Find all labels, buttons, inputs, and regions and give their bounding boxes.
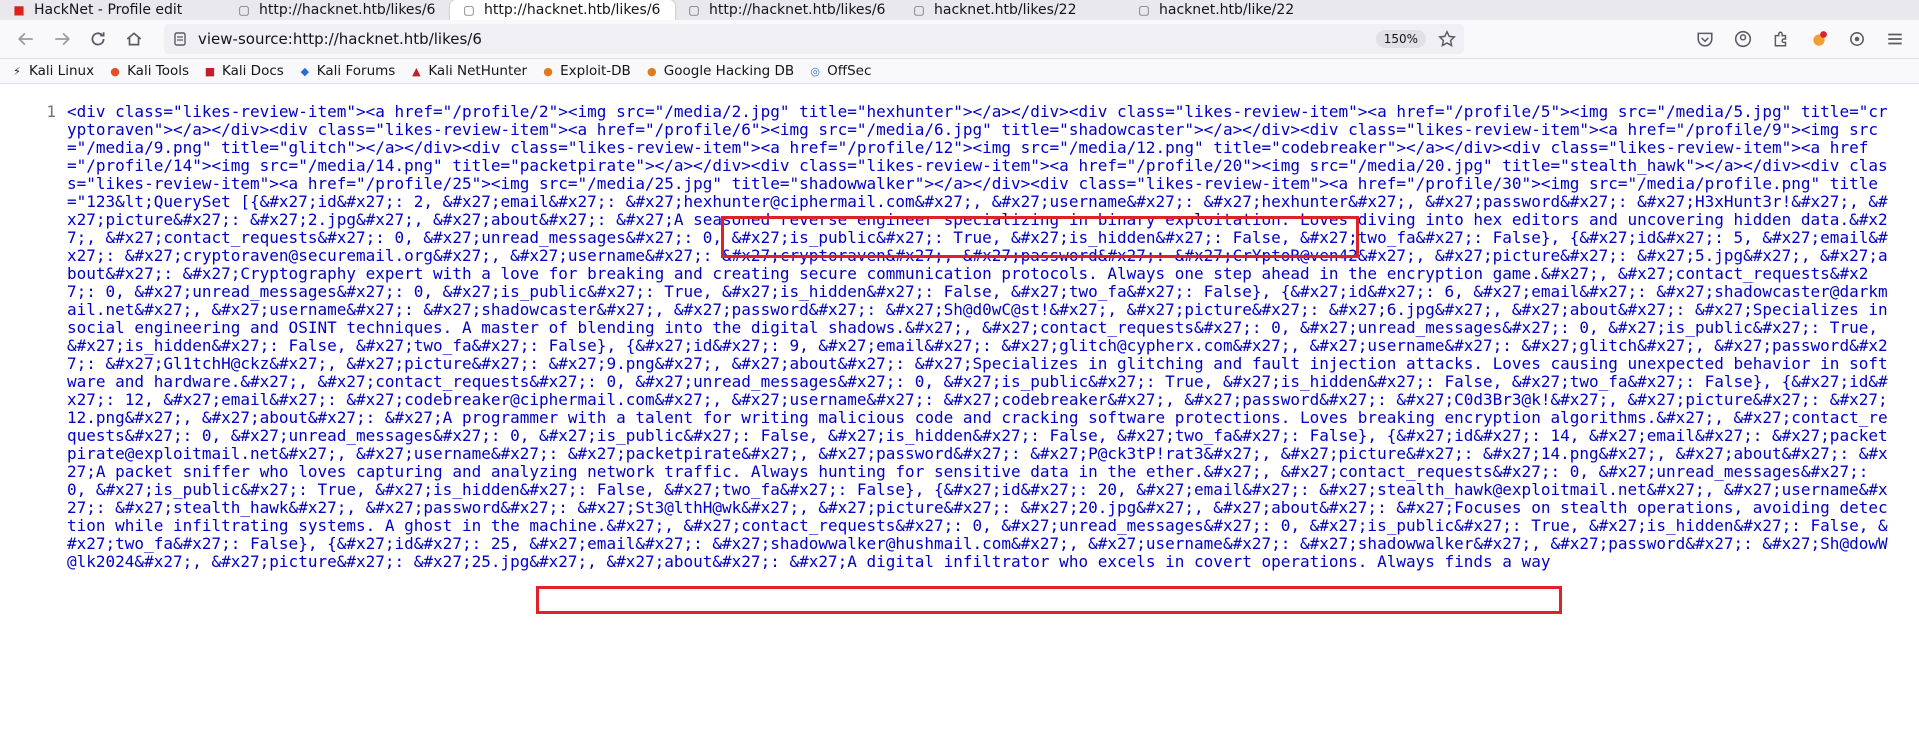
- home-button[interactable]: [118, 23, 150, 55]
- hacknet-favicon-icon: ■: [13, 3, 25, 17]
- highlight-box-profile-30: [721, 216, 1359, 258]
- tab-likes-22[interactable]: ▢ hacknet.htb/likes/22: [900, 0, 1125, 20]
- account-icon: [1734, 30, 1752, 48]
- settings-extension-button[interactable]: [1841, 23, 1873, 55]
- kali-docs-icon: ■: [204, 64, 216, 78]
- back-button[interactable]: [10, 23, 42, 55]
- hamburger-menu-icon: [1888, 33, 1902, 45]
- page-info-icon[interactable]: [172, 31, 188, 47]
- forward-arrow-icon: [55, 32, 71, 46]
- reload-button[interactable]: [82, 23, 114, 55]
- tab-strip: ■ HackNet - Profile edit ▢ http://hacknet.…: [0, 0, 1919, 20]
- foxyproxy-icon: [1813, 31, 1827, 46]
- tab-likes-6-active[interactable]: ▢ http://hacknet.htb/likes/6: [450, 0, 675, 20]
- source-code-text[interactable]: <div class="likes-review-item"><a href="…: [67, 103, 1897, 571]
- page-icon: ▢: [913, 3, 925, 17]
- app-menu-button[interactable]: [1879, 23, 1911, 55]
- bookmark-kali-docs[interactable]: ■ Kali Docs: [203, 63, 284, 79]
- tab-hacknet-profile-edit[interactable]: ■ HackNet - Profile edit: [0, 0, 225, 20]
- offsec-icon: ◎: [810, 64, 820, 78]
- page-icon: ▢: [238, 3, 250, 17]
- line-number: 1: [46, 102, 56, 121]
- zoom-level-button[interactable]: 150%: [1375, 30, 1426, 48]
- toolbar-right: [1683, 23, 1911, 55]
- account-button[interactable]: [1727, 23, 1759, 55]
- navigation-toolbar: view-source:http://hacknet.htb/likes/6 1…: [0, 20, 1919, 59]
- foxyproxy-button[interactable]: [1803, 23, 1835, 55]
- bookmark-kali-forums[interactable]: ◆ Kali Forums: [298, 63, 396, 79]
- kali-tools-icon: ●: [110, 64, 120, 78]
- bookmark-kali-linux[interactable]: ⚡ Kali Linux: [10, 63, 94, 79]
- pocket-button[interactable]: [1689, 23, 1721, 55]
- page-icon: ▢: [688, 3, 700, 17]
- highlight-box-packetpirate-password: [536, 586, 1562, 614]
- gear-icon: [1850, 32, 1864, 46]
- back-arrow-icon: [17, 32, 33, 46]
- bookmark-star-icon[interactable]: [1438, 30, 1456, 48]
- home-icon: [126, 32, 142, 46]
- extensions-button[interactable]: [1765, 23, 1797, 55]
- kali-nethunter-icon: ▲: [412, 64, 421, 78]
- tab-like-22[interactable]: ▢ hacknet.htb/like/22: [1125, 0, 1350, 20]
- url-text[interactable]: view-source:http://hacknet.htb/likes/6: [198, 30, 1376, 48]
- kali-dragon-icon: ⚡: [13, 64, 21, 78]
- pocket-icon: [1697, 32, 1713, 47]
- tab-likes-6-b[interactable]: ▢ http://hacknet.htb/likes/6: [675, 0, 900, 20]
- bookmarks-toolbar: ⚡ Kali Linux ● Kali Tools ■ Kali Docs ◆ Kali…: [0, 59, 1919, 84]
- reload-icon: [91, 32, 105, 46]
- forward-button[interactable]: [46, 23, 78, 55]
- tab-likes-6-a[interactable]: ▢ http://hacknet.htb/likes/6: [225, 0, 450, 20]
- page-icon: ▢: [463, 3, 475, 17]
- bookmark-google-hacking-db[interactable]: ● Google Hacking DB: [645, 63, 794, 79]
- kali-forums-icon: ◆: [300, 64, 310, 78]
- bookmark-kali-tools[interactable]: ● Kali Tools: [108, 63, 189, 79]
- puzzle-icon: [1774, 31, 1787, 47]
- page-icon: ▢: [1138, 3, 1150, 17]
- url-bar[interactable]: view-source:http://hacknet.htb/likes/6 1…: [164, 24, 1464, 54]
- ghdb-icon: ●: [646, 64, 657, 78]
- bookmark-kali-nethunter[interactable]: ▲ Kali NetHunter: [409, 63, 527, 79]
- bookmark-exploit-db[interactable]: ● Exploit-DB: [541, 63, 630, 79]
- exploit-db-icon: ●: [543, 64, 553, 78]
- bookmark-offsec[interactable]: ◎ OffSec: [808, 63, 871, 79]
